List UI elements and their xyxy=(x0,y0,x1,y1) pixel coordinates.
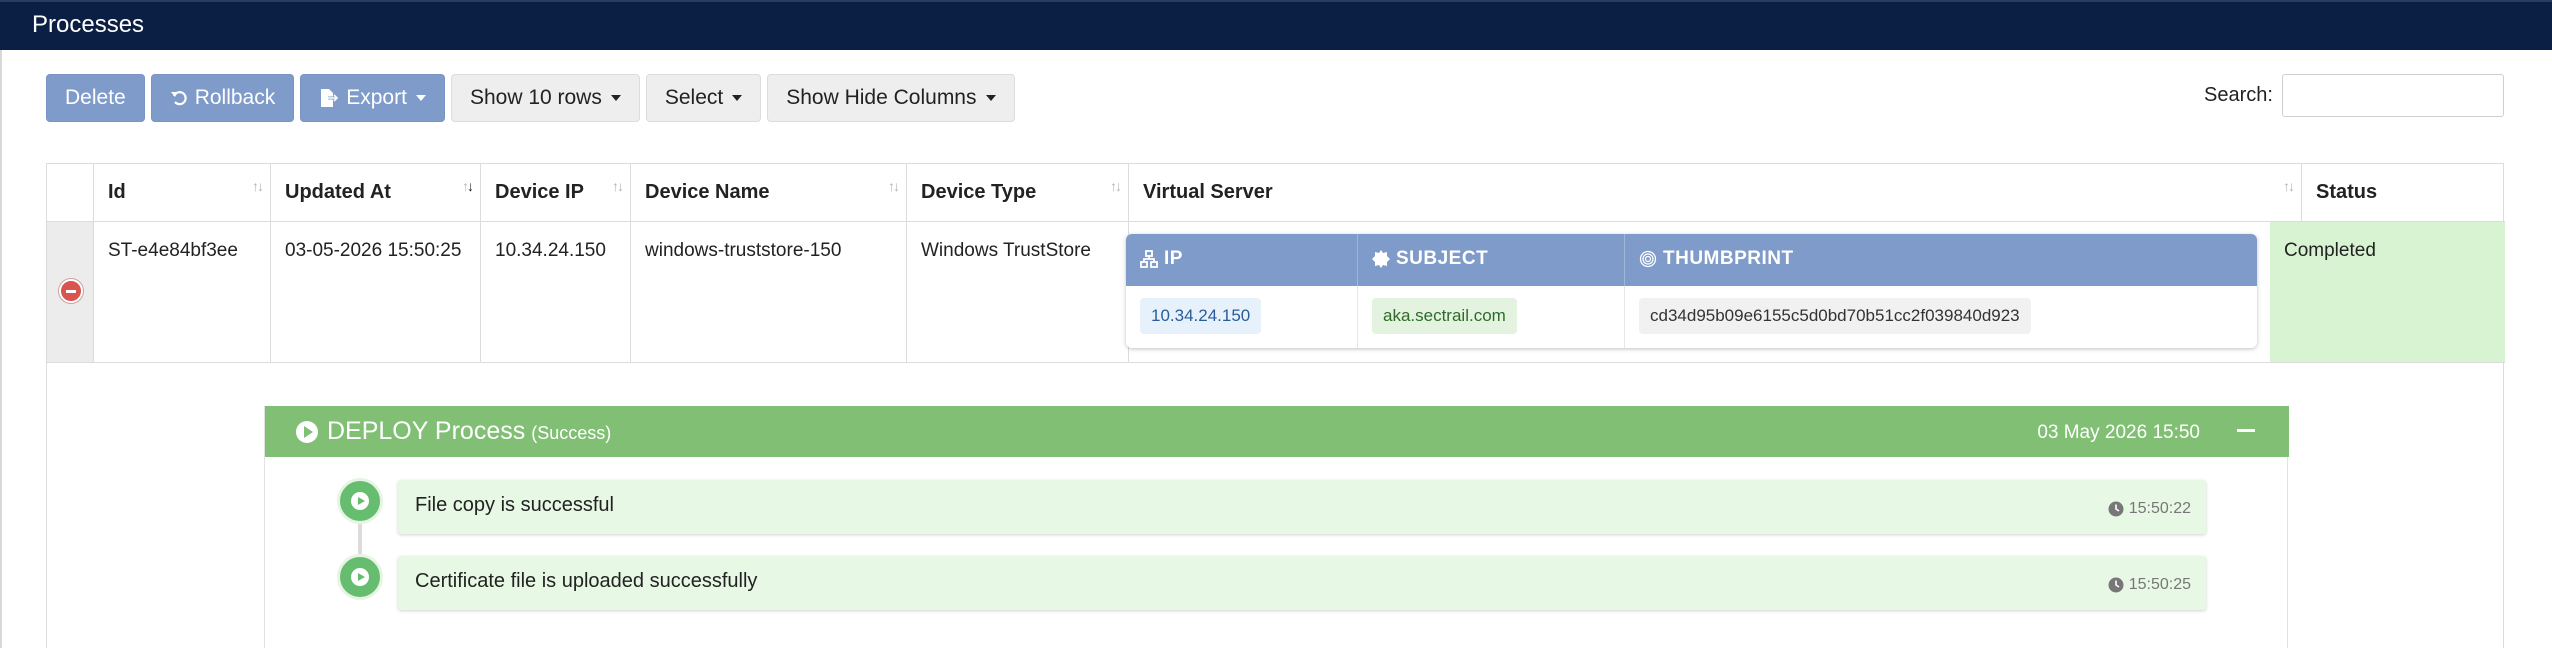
column-header-virtual-server[interactable]: Virtual Server ↑↓ xyxy=(1129,164,2302,221)
toolbar: Delete Rollback Export Show 10 rows Sele… xyxy=(46,74,1015,122)
search-label: Search: xyxy=(2204,84,2273,106)
timeline-item-time: 15:50:22 xyxy=(2108,500,2191,518)
deploy-process-panel: DEPLOY Process (Success) 03 May 2026 15:… xyxy=(264,406,2289,648)
sort-icon: ↑↓ xyxy=(612,178,624,194)
column-header-label: Updated At xyxy=(285,181,391,203)
delete-button-label: Delete xyxy=(65,86,126,109)
play-circle-icon xyxy=(337,478,383,524)
virtual-server-header: IP SUBJECT THUMBPRINT xyxy=(1126,234,2257,286)
sort-descending-icon: ↑↓ xyxy=(462,178,474,194)
table-row: ST-e4e84bf3ee 03-05-2026 15:50:25 10.34.… xyxy=(47,222,2505,363)
minimize-icon[interactable] xyxy=(2237,429,2255,432)
vs-header-label: SUBJECT xyxy=(1396,248,1489,269)
sort-icon: ↑↓ xyxy=(1110,178,1122,194)
vs-cell-subject: aka.sectrail.com xyxy=(1358,286,1625,348)
vs-cell-ip: 10.34.24.150 xyxy=(1126,286,1358,348)
chevron-down-icon xyxy=(732,95,743,101)
clock-icon xyxy=(2108,501,2124,517)
sort-icon: ↑↓ xyxy=(252,178,264,194)
undo-icon xyxy=(170,91,187,106)
timeline-item: Certificate file is uploaded successfull… xyxy=(398,556,2206,610)
rollback-button[interactable]: Rollback xyxy=(150,74,295,122)
clock-icon xyxy=(2108,577,2124,593)
page-title: Processes xyxy=(32,11,145,38)
column-header-id[interactable]: Id ↑↓ xyxy=(94,164,271,221)
column-header-device-name[interactable]: Device Name ↑↓ xyxy=(631,164,907,221)
chevron-down-icon xyxy=(985,95,996,101)
show-rows-label: Show 10 rows xyxy=(469,86,602,109)
chevron-down-icon xyxy=(415,95,426,101)
thumbprint-badge: cd34d95b09e6155c5d0bd70b51cc2f039840d923 xyxy=(1639,298,2031,334)
vs-header-label: THUMBPRINT xyxy=(1663,248,1794,269)
column-header-label: Status xyxy=(2316,181,2378,203)
column-header-label: Device Name xyxy=(645,181,770,203)
left-border xyxy=(0,50,2,648)
rollback-button-label: Rollback xyxy=(194,86,276,109)
select-label: Select xyxy=(664,86,724,109)
cell-device-ip: 10.34.24.150 xyxy=(481,222,631,362)
process-header: DEPLOY Process (Success) 03 May 2026 15:… xyxy=(265,406,2289,457)
ip-badge: 10.34.24.150 xyxy=(1140,298,1262,334)
column-header-device-type[interactable]: Device Type ↑↓ xyxy=(907,164,1129,221)
vs-cell-thumbprint: cd34d95b09e6155c5d0bd70b51cc2f039840d923 xyxy=(1625,286,2257,348)
export-dropdown-label: Export xyxy=(346,86,407,109)
play-circle-icon xyxy=(296,420,318,443)
certificate-badge-icon xyxy=(1372,250,1390,268)
cell-id: ST-e4e84bf3ee xyxy=(94,222,271,362)
show-rows-dropdown[interactable]: Show 10 rows xyxy=(450,74,640,122)
process-title-text: DEPLOY Process xyxy=(327,417,526,445)
network-icon xyxy=(1140,250,1158,268)
table-header: Id ↑↓ Updated At ↑↓ Device IP ↑↓ Device … xyxy=(47,164,2505,222)
top-bar: Processes xyxy=(0,0,2552,50)
timeline-item-time: 15:50:25 xyxy=(2108,576,2191,594)
subject-badge: aka.sectrail.com xyxy=(1372,298,1517,334)
cell-device-name: windows-truststore-150 xyxy=(631,222,907,362)
vs-header-subject: SUBJECT xyxy=(1358,234,1625,286)
play-circle-icon xyxy=(337,554,383,600)
column-header-label: Virtual Server xyxy=(1143,181,1273,203)
column-header-status: Status xyxy=(2302,164,2505,221)
show-hide-columns-label: Show Hide Columns xyxy=(786,86,977,109)
collapse-row-icon[interactable] xyxy=(59,279,83,303)
process-date: 03 May 2026 15:50 xyxy=(2037,422,2200,443)
process-title: DEPLOY Process (Success) xyxy=(295,417,611,446)
process-state: (Success) xyxy=(531,423,612,443)
vs-header-thumbprint: THUMBPRINT xyxy=(1625,234,2257,286)
cell-status: Completed xyxy=(2270,222,2505,362)
vs-header-ip: IP xyxy=(1126,234,1358,286)
export-dropdown[interactable]: Export xyxy=(300,74,445,122)
timeline-item: File copy is successful 15:50:22 xyxy=(398,480,2206,534)
column-header-label: Id xyxy=(108,181,126,203)
chevron-down-icon xyxy=(610,95,621,101)
virtual-server-card: IP SUBJECT THUMBPRINT 10.34.24.150 aka.s… xyxy=(1126,234,2257,348)
column-header-device-ip[interactable]: Device IP ↑↓ xyxy=(481,164,631,221)
control-column-header xyxy=(47,164,94,221)
column-header-label: Device IP xyxy=(495,181,584,203)
timeline-time-text: 15:50:25 xyxy=(2128,576,2191,593)
sort-icon: ↑↓ xyxy=(2283,178,2295,194)
row-control-cell xyxy=(47,222,94,362)
show-hide-columns-dropdown[interactable]: Show Hide Columns xyxy=(767,74,1015,122)
cell-updated-at: 03-05-2026 15:50:25 xyxy=(271,222,481,362)
timeline-item-text: File copy is successful xyxy=(415,494,614,516)
column-header-updated-at[interactable]: Updated At ↑↓ xyxy=(271,164,481,221)
column-header-label: Device Type xyxy=(921,181,1037,203)
fingerprint-icon xyxy=(1639,250,1657,268)
sort-icon: ↑↓ xyxy=(888,178,900,194)
timeline-item-text: Certificate file is uploaded successfull… xyxy=(415,570,758,592)
timeline-time-text: 15:50:22 xyxy=(2128,500,2191,517)
search-input[interactable] xyxy=(2282,74,2504,117)
delete-button[interactable]: Delete xyxy=(46,74,145,122)
cell-device-type: Windows TrustStore xyxy=(907,222,1129,362)
file-export-icon xyxy=(321,89,340,107)
select-dropdown[interactable]: Select xyxy=(645,74,762,122)
vs-header-label: IP xyxy=(1164,248,1183,269)
